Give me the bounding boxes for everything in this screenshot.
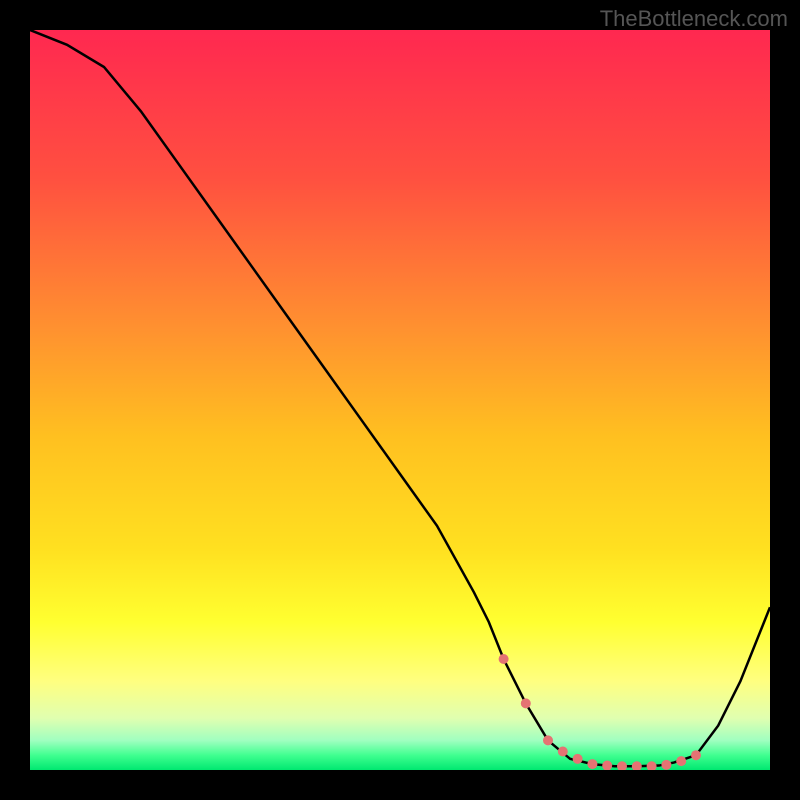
marker-point [543,735,553,745]
marker-point [573,754,583,764]
marker-point [661,760,671,770]
gradient-background [30,30,770,770]
attribution-label: TheBottleneck.com [600,6,788,32]
marker-point [676,756,686,766]
marker-point [499,654,509,664]
chart-svg [30,30,770,770]
marker-point [558,747,568,757]
marker-point [521,698,531,708]
chart-plot-area [30,30,770,770]
marker-point [691,750,701,760]
marker-point [587,759,597,769]
